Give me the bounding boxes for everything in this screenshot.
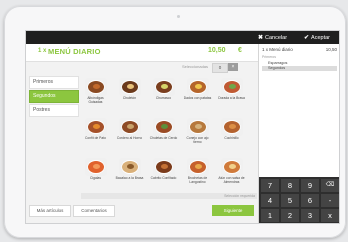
dish-item[interactable]: Brochetas de Langostino — [183, 156, 212, 190]
clear-selection-button[interactable]: × — [228, 63, 238, 71]
dish-image — [119, 118, 141, 136]
menu-quantity: 1 x — [38, 48, 47, 54]
dish-name: Dados con patatas — [183, 96, 212, 100]
selected-count: 0 — [212, 63, 228, 73]
selected-label: Seleccionadas — [182, 64, 209, 69]
menu-header: 1 x MENÚ DIARIO 10,50 € — [26, 44, 258, 62]
dish-image — [119, 158, 141, 176]
dish-image — [153, 78, 175, 96]
order-line-name: 1 x Menú diario — [262, 47, 293, 52]
camera-dot — [177, 15, 180, 18]
key-2[interactable]: 2 — [281, 209, 299, 222]
dish-image — [187, 158, 209, 176]
key-8[interactable]: 8 — [281, 179, 299, 192]
key-4[interactable]: 4 — [261, 194, 279, 207]
dish-item[interactable]: Cochinillo — [217, 116, 246, 150]
dish-image — [85, 118, 107, 136]
dish-item[interactable]: Chuletón — [115, 76, 144, 110]
key-multiply[interactable]: x — [321, 209, 339, 222]
category-segundos[interactable]: Segundos — [29, 90, 79, 103]
dish-name: Confit de Pato — [85, 136, 106, 140]
order-line-price: 10,50 — [325, 47, 337, 52]
dish-item[interactable]: Bacalao a la Brasa — [115, 156, 144, 190]
screen: ✖ Cancelar ✔ Aceptar 1 x MENÚ DIARIO 10,… — [25, 30, 340, 224]
dish-image — [85, 158, 107, 176]
key-minus[interactable]: - — [321, 194, 339, 207]
dish-item[interactable]: Conejo con ajo tierno — [183, 116, 212, 150]
selection-required-bar: Selección requerida — [81, 193, 257, 199]
dish-item[interactable]: Albóndigas Guisadas — [81, 76, 110, 110]
key-7[interactable]: 7 — [261, 179, 279, 192]
dish-item[interactable]: Atún con salsa de Almendras — [217, 156, 246, 190]
dish-name: Conejo con ajo tierno — [186, 136, 209, 144]
dish-image — [153, 158, 175, 176]
key-3[interactable]: 3 — [301, 209, 319, 222]
backspace-key[interactable]: ⌫ — [321, 179, 339, 192]
dish-image — [85, 78, 107, 96]
dish-name: Albóndigas Guisadas — [87, 96, 104, 104]
dish-item[interactable]: Chuletas de Cerdo — [149, 116, 178, 150]
order-section-active[interactable]: Segundos — [262, 66, 337, 71]
key-6[interactable]: 6 — [301, 194, 319, 207]
cancel-label: Cancelar — [265, 34, 288, 41]
category-postres[interactable]: Postres — [29, 104, 79, 117]
next-button[interactable]: Siguiente — [212, 205, 254, 216]
dish-image — [187, 78, 209, 96]
top-bar: ✖ Cancelar ✔ Aceptar — [26, 31, 339, 44]
dish-name: Cabrito Confitado — [150, 176, 177, 180]
numeric-keypad: 7 8 9 ⌫ 4 5 6 - 1 2 3 x 0 . ↵ — [259, 177, 339, 223]
tablet-frame: ✖ Cancelar ✔ Aceptar 1 x MENÚ DIARIO 10,… — [4, 6, 346, 238]
dish-item[interactable]: Cigalas — [81, 156, 110, 190]
dish-item[interactable]: Dorada a la Brasa — [217, 76, 246, 110]
dish-image — [119, 78, 141, 96]
menu-price: 10,50 — [208, 47, 226, 54]
dish-image — [187, 118, 209, 136]
close-icon: ✖ — [258, 35, 264, 41]
dish-image — [221, 158, 243, 176]
key-5[interactable]: 5 — [281, 194, 299, 207]
accept-label: Aceptar — [311, 34, 330, 41]
dish-name: Dorada a la Brasa — [218, 96, 245, 100]
menu-currency: € — [238, 47, 242, 54]
product-panel: 1 x MENÚ DIARIO 10,50 € Seleccionadas 0 … — [26, 44, 258, 223]
dish-name: Chuletón — [122, 96, 137, 100]
dish-name: Cochinillo — [224, 136, 239, 140]
accept-button[interactable]: ✔ Aceptar — [304, 33, 330, 42]
dish-name: Cordero al Horno — [116, 136, 143, 140]
more-items-button[interactable]: Más artículos — [29, 205, 71, 217]
dish-item[interactable]: Cabrito Confitado — [149, 156, 178, 190]
category-primeros[interactable]: Primeros — [29, 76, 79, 89]
comments-button[interactable]: Comentarios — [73, 205, 115, 217]
cancel-button[interactable]: ✖ Cancelar — [258, 33, 287, 42]
dish-name: Brochetas de Langostino — [187, 176, 208, 184]
category-list: Primeros Segundos Postres — [29, 76, 79, 118]
key-9[interactable]: 9 — [301, 179, 319, 192]
check-icon: ✔ — [304, 35, 310, 41]
key-1[interactable]: 1 — [261, 209, 279, 222]
menu-title: MENÚ DIARIO — [48, 47, 101, 56]
dish-name: Cigalas — [90, 176, 101, 180]
dish-name: Bacalao a la Brasa — [115, 176, 144, 180]
dish-item[interactable]: Churrasco — [149, 76, 178, 110]
dish-image — [221, 118, 243, 136]
order-panel: 1 x Menú diario 10,50 Primeros Esparrago… — [258, 44, 339, 223]
dish-name: Churrasco — [155, 96, 172, 100]
dish-item[interactable]: Dados con patatas — [183, 76, 212, 110]
order-section-label: Primeros — [262, 55, 277, 59]
dish-image — [153, 118, 175, 136]
dish-image — [221, 78, 243, 96]
dish-name: Atún con salsa de Almendras — [218, 176, 245, 184]
dish-name: Chuletas de Cerdo — [149, 136, 178, 140]
selection-required-label: Selección requerida — [224, 194, 255, 198]
order-line[interactable]: 1 x Menú diario 10,50 — [262, 47, 337, 52]
selection-row: Seleccionadas 0 × — [26, 62, 258, 73]
dish-item[interactable]: Cordero al Horno — [115, 116, 144, 150]
dish-item[interactable]: Confit de Pato — [81, 116, 110, 150]
